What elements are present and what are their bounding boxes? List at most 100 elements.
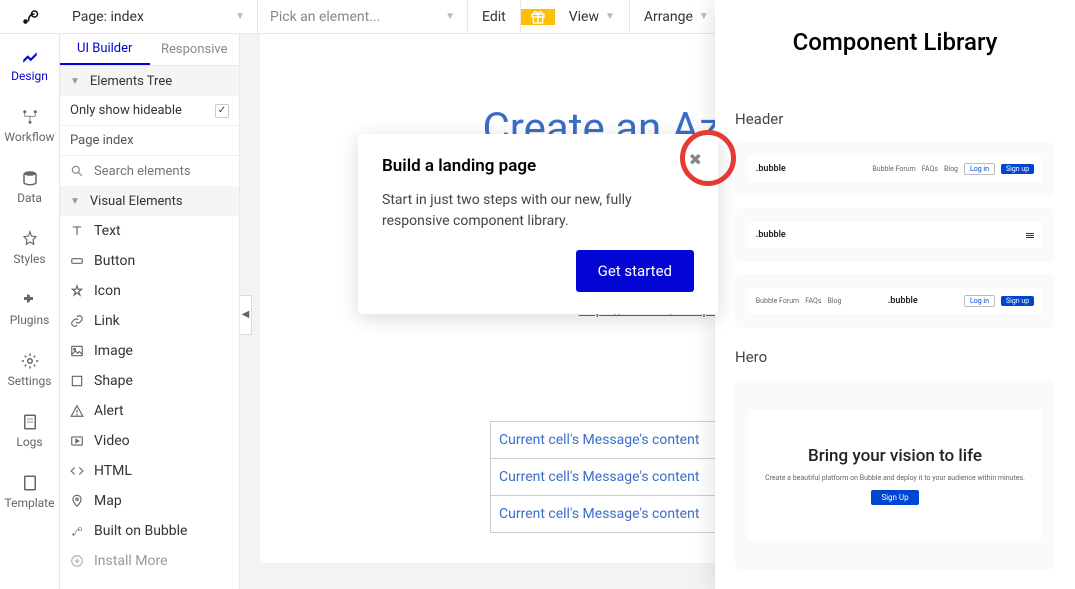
component-card[interactable]: .bubble Bubble Forum FAQs Blog Log in Si…: [735, 142, 1055, 196]
item-label: Alert: [94, 403, 124, 419]
brand-text: .bubble: [756, 164, 786, 174]
item-label: Icon: [94, 283, 121, 299]
search-icon: [70, 164, 84, 178]
page-index-row[interactable]: Page index: [60, 126, 239, 156]
component-card[interactable]: Bubble Forum FAQs Blog .bubble Log in Si…: [735, 274, 1055, 328]
only-hideable-toggle[interactable]: Only show hideable ✓: [60, 96, 239, 126]
popover-title: Build a landing page: [382, 156, 694, 176]
element-alert[interactable]: Alert: [60, 396, 239, 426]
component-library-panel: Component Library Header .bubble Bubble …: [715, 0, 1075, 589]
nav-design[interactable]: Design: [0, 34, 59, 95]
toggle-label: Only show hideable: [70, 103, 182, 118]
app-logo[interactable]: [0, 8, 60, 26]
nav-styles[interactable]: Styles: [0, 217, 59, 278]
nav-label: Logs: [16, 435, 42, 449]
item-label: Button: [94, 253, 135, 269]
onboarding-popover: ✖ Build a landing page Start in just two…: [358, 134, 718, 314]
item-label: Shape: [94, 373, 133, 389]
item-label: Image: [94, 343, 133, 359]
hero-sub: Create a beautiful platform on Bubble an…: [765, 474, 1025, 482]
nav-label: Data: [17, 191, 42, 205]
video-icon: [70, 434, 84, 448]
nav-label: Template: [5, 496, 55, 510]
mini-link: FAQs: [805, 297, 821, 305]
search-input[interactable]: [94, 164, 240, 179]
visual-elements-header[interactable]: ▼ Visual Elements: [60, 186, 239, 216]
section-hero: Hero: [735, 348, 1055, 366]
nav-workflow[interactable]: Workflow: [0, 95, 59, 156]
element-html[interactable]: HTML: [60, 456, 239, 486]
element-button[interactable]: Button: [60, 246, 239, 276]
element-link[interactable]: Link: [60, 306, 239, 336]
brand-text: .bubble: [756, 230, 786, 240]
arrange-label: Arrange: [644, 9, 693, 25]
button-icon: [70, 254, 84, 268]
alert-icon: [70, 404, 84, 418]
element-install-more[interactable]: Install More: [60, 546, 239, 576]
item-label: Map: [94, 493, 122, 509]
chevron-down-icon: ▼: [70, 76, 80, 87]
close-icon[interactable]: ✖: [689, 150, 702, 169]
nav-data[interactable]: Data: [0, 156, 59, 217]
mini-login: Log in: [964, 295, 995, 307]
nav-label: Plugins: [10, 313, 50, 327]
page-selector[interactable]: Page: index ▼: [60, 0, 258, 33]
element-image[interactable]: Image: [60, 336, 239, 366]
hamburger-icon: [1026, 233, 1034, 238]
popover-body: Start in just two steps with our new, fu…: [382, 190, 694, 232]
element-text[interactable]: Text: [60, 216, 239, 246]
mini-link: FAQs: [922, 165, 938, 173]
element-video[interactable]: Video: [60, 426, 239, 456]
gift-icon[interactable]: [521, 9, 555, 25]
hero-btn: Sign Up: [871, 490, 918, 505]
chevron-down-icon: ▼: [235, 11, 245, 22]
link-icon: [70, 314, 84, 328]
element-shape[interactable]: Shape: [60, 366, 239, 396]
edit-button[interactable]: Edit: [468, 0, 521, 33]
nav-template[interactable]: Template: [0, 461, 59, 522]
mini-link: Bubble Forum: [756, 297, 799, 305]
star-icon: [70, 284, 84, 298]
item-label: HTML: [94, 463, 132, 479]
mini-link: Blog: [827, 297, 841, 305]
element-map[interactable]: Map: [60, 486, 239, 516]
chevron-down-icon: ▼: [70, 196, 80, 207]
get-started-button[interactable]: Get started: [576, 250, 694, 292]
mini-link: Bubble Forum: [872, 165, 915, 173]
item-label: Link: [94, 313, 120, 329]
section-label: Visual Elements: [90, 194, 183, 209]
search-elements-row: [60, 156, 239, 186]
chevron-down-icon: ▼: [605, 11, 615, 22]
view-button[interactable]: View ▼: [555, 0, 630, 33]
collapse-panel-handle[interactable]: ◀: [240, 295, 252, 335]
panel-title: Component Library: [735, 28, 1055, 56]
element-built-on-bubble[interactable]: Built on Bubble: [60, 516, 239, 546]
plus-circle-icon: [70, 554, 84, 568]
element-selector[interactable]: Pick an element... ▼: [258, 0, 468, 33]
element-selector-placeholder: Pick an element...: [270, 9, 380, 25]
element-icon[interactable]: Icon: [60, 276, 239, 306]
item-label: Video: [94, 433, 130, 449]
mini-signup: Sign up: [1001, 296, 1034, 306]
tab-ui-builder[interactable]: UI Builder: [60, 34, 150, 65]
component-card[interactable]: Bring your vision to life Create a beaut…: [735, 380, 1055, 570]
nav-plugins[interactable]: Plugins: [0, 278, 59, 339]
item-label: Text: [94, 223, 121, 239]
tab-responsive[interactable]: Responsive: [150, 34, 240, 65]
section-header: Header: [735, 110, 1055, 128]
mini-link: Blog: [944, 165, 958, 173]
nav-settings[interactable]: Settings: [0, 339, 59, 400]
nav-label: Workflow: [4, 130, 54, 144]
shape-icon: [70, 374, 84, 388]
nav-logs[interactable]: Logs: [0, 400, 59, 461]
bubble-icon: [70, 524, 84, 538]
nav-label: Styles: [13, 252, 45, 266]
component-card[interactable]: .bubble: [735, 208, 1055, 262]
image-icon: [70, 344, 84, 358]
arrange-button[interactable]: Arrange ▼: [630, 0, 724, 33]
checkbox-icon[interactable]: ✓: [215, 104, 229, 118]
elements-tree-header[interactable]: ▼ Elements Tree: [60, 66, 239, 96]
section-label: Elements Tree: [90, 74, 172, 89]
page-selector-label: Page: index: [72, 9, 144, 25]
text-icon: [70, 224, 84, 238]
